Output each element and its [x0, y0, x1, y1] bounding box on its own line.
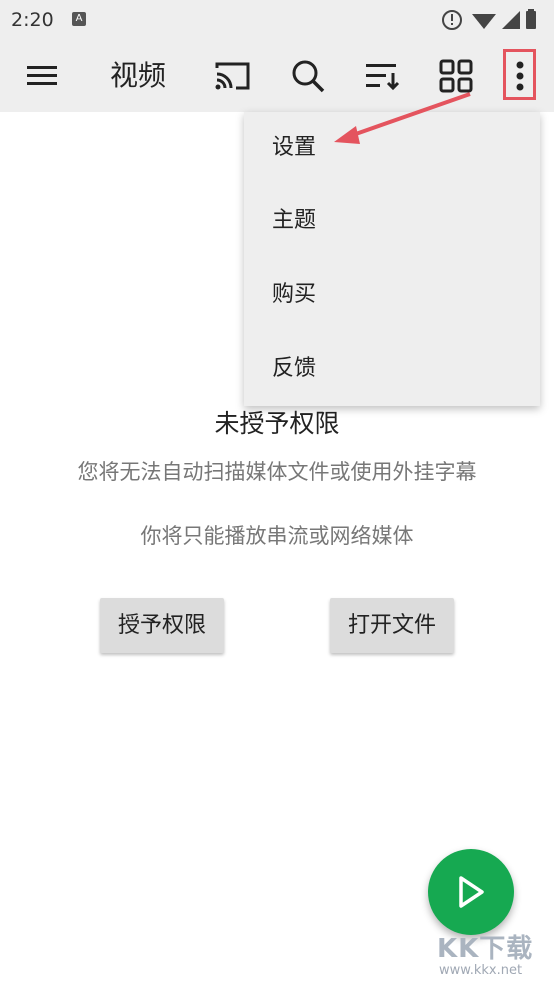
- watermark-logo: KK下载: [437, 934, 534, 964]
- watermark-url: www.kkx.net: [439, 963, 523, 978]
- play-fab-button[interactable]: [428, 849, 514, 935]
- annotation-arrow-icon: [334, 92, 471, 144]
- play-icon: [459, 876, 484, 908]
